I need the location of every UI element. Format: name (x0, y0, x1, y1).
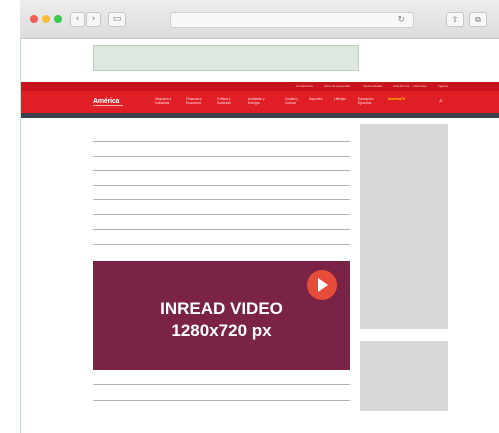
top-link[interactable]: Ingresa (438, 84, 448, 88)
sidebar-ad-placeholder (360, 124, 448, 329)
minimize-window-button[interactable] (42, 15, 50, 23)
nav-item[interactable]: Negocios e Industrias (155, 97, 172, 105)
top-banner-ad-placeholder (93, 45, 359, 71)
text-line-placeholder (93, 229, 350, 230)
nav-item[interactable]: Educación Ejecutiva (358, 97, 373, 105)
forward-button[interactable]: › (86, 12, 101, 27)
sidebar-toggle-button[interactable]: ▭ (108, 12, 126, 27)
site-header: América Negocios e Industrias Finanzas y… (21, 91, 499, 113)
text-line-placeholder (93, 384, 350, 385)
address-bar[interactable]: ↻ (170, 12, 414, 28)
inread-video-ad[interactable]: INREAD VIDEO 1280x720 px (93, 261, 350, 370)
play-icon (318, 278, 328, 292)
text-line-placeholder (93, 141, 350, 142)
search-icon[interactable]: ⌕ (439, 97, 443, 106)
top-link[interactable]: Contáctanos (296, 84, 313, 88)
share-button[interactable]: ⇧ (446, 12, 464, 27)
logo-underline (93, 105, 123, 106)
top-link[interactable]: Aviso de privacidad (324, 84, 350, 88)
zoom-window-button[interactable] (54, 15, 62, 23)
sidebar-ad-placeholder (360, 341, 448, 411)
nav-item[interactable]: Finanzas y Economía (186, 97, 202, 105)
close-window-button[interactable] (30, 15, 38, 23)
text-line-placeholder (93, 244, 350, 245)
play-button[interactable] (307, 270, 337, 300)
site-logo[interactable]: América (93, 98, 119, 105)
tabs-overview-button[interactable]: ⧉ (469, 12, 487, 27)
nav-item-highlight[interactable]: AméricaTV (388, 97, 405, 101)
header-top-bar: Contáctanos Aviso de privacidad Oportuni… (21, 82, 499, 91)
browser-toolbar: ‹ › ▭ ↻ ⇧ ⧉ (20, 0, 499, 39)
header-divider (21, 113, 499, 118)
back-button[interactable]: ‹ (70, 12, 85, 27)
text-line-placeholder (93, 214, 350, 215)
nav-item[interactable]: Lifestyle (334, 97, 346, 101)
text-line-placeholder (93, 156, 350, 157)
reload-icon[interactable]: ↻ (397, 13, 405, 27)
top-link[interactable]: Lista Norma ... Oferentes (393, 84, 427, 88)
text-line-placeholder (93, 199, 350, 200)
ad-title: INREAD VIDEO (160, 299, 283, 318)
nav-item[interactable]: Política y Sociedad (217, 97, 231, 105)
ad-size-label: 1280x720 px (171, 321, 272, 340)
text-line-placeholder (93, 185, 350, 186)
top-link[interactable]: Oportunidades (363, 84, 383, 88)
nav-item[interactable]: Deportes (309, 97, 322, 101)
text-line-placeholder (93, 170, 350, 171)
nav-item[interactable]: Ambiente y Energía (248, 97, 265, 105)
nav-item[interactable]: Ciudad y Cultura (285, 97, 298, 105)
text-line-placeholder (93, 400, 350, 401)
